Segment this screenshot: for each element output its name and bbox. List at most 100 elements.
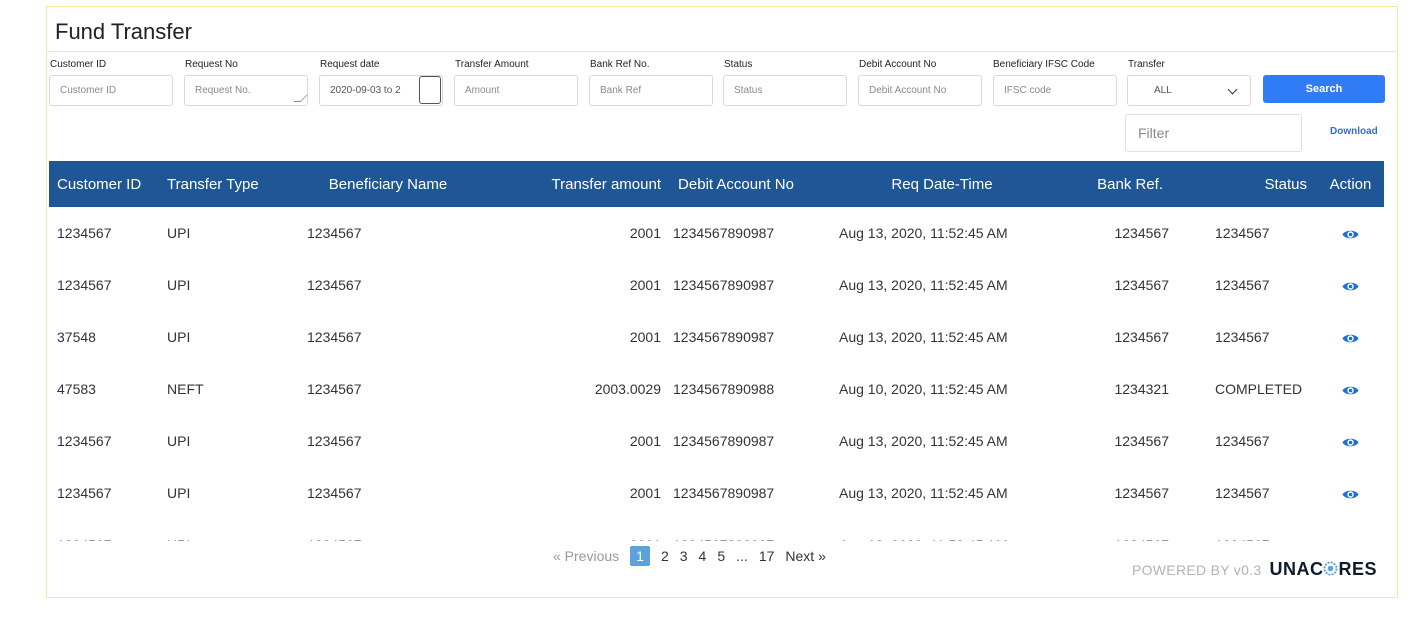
cell-bank-ref: 1234567: [1114, 329, 1169, 345]
status-input[interactable]: [723, 75, 847, 106]
cell-req-date-time: Aug 13, 2020, 11:52:45 AM: [811, 519, 1073, 541]
cell-action: [1317, 311, 1384, 363]
col-header-status[interactable]: Status: [1199, 161, 1317, 207]
eye-icon[interactable]: [1342, 540, 1359, 541]
col-header-beneficiary-name[interactable]: Beneficiary Name: [287, 161, 489, 207]
cell-beneficiary-name: 1234567: [287, 519, 489, 541]
cell-status: 1234567: [1215, 485, 1270, 501]
brand-logo: UNAC RES: [1269, 559, 1377, 580]
pagination-next[interactable]: Next »: [785, 548, 825, 564]
cell-customer-id: 1234567: [57, 277, 112, 293]
eye-icon[interactable]: [1342, 384, 1359, 397]
pagination-page-2[interactable]: 2: [661, 548, 669, 564]
page-title: Fund Transfer: [55, 19, 192, 44]
transfer-amount-label: Transfer Amount: [455, 59, 529, 70]
table-row: 1234567 UPI 1234567 2001 1234567890987 Aug 13…: [49, 207, 1384, 259]
cell-transfer-type: UPI: [167, 277, 191, 293]
cell-debit-account: 1234567890987: [673, 225, 775, 241]
cell-status: 1234567: [1215, 433, 1270, 449]
fund-transfer-panel: Fund Transfer Customer ID Request No Req…: [46, 6, 1398, 598]
cell-transfer-type: UPI: [167, 485, 191, 501]
brand-text-left: UNAC: [1269, 559, 1324, 579]
pagination-page-3[interactable]: 3: [680, 548, 688, 564]
powered-by-text: POWERED BY v0.3: [1131, 561, 1262, 578]
cell-customer-id: 1234567: [57, 485, 112, 501]
cell-transfer-amount: 2001: [629, 329, 661, 345]
cell-customer-id: 1234567: [57, 433, 112, 449]
eye-icon[interactable]: [1342, 332, 1359, 345]
download-link[interactable]: Download: [1330, 126, 1378, 137]
cell-transfer-type: UPI: [167, 329, 191, 345]
cell-bank-ref: 1234321: [1114, 381, 1169, 397]
request-no-input[interactable]: [184, 75, 308, 106]
cell-action: [1317, 207, 1384, 259]
col-header-bank-ref[interactable]: Bank Ref.: [1073, 161, 1199, 207]
cell-bank-ref: 1234567: [1114, 277, 1169, 293]
cell-req-date-time: Aug 13, 2020, 11:52:45 AM: [839, 433, 1008, 449]
search-button[interactable]: Search: [1263, 75, 1385, 103]
cell-req-date-time: Aug 13, 2020, 11:52:45 AM: [839, 225, 1008, 241]
table-row: 47583 NEFT 1234567 2003.0029 1234567890988 Au…: [49, 363, 1384, 415]
cell-transfer-amount: 2001: [489, 519, 661, 541]
col-header-transfer-type[interactable]: Transfer Type: [161, 161, 287, 207]
cell-beneficiary-name: 1234567: [307, 433, 362, 449]
request-date-label: Request date: [320, 59, 380, 70]
brand-text-right: RES: [1338, 559, 1377, 579]
eye-icon[interactable]: [1342, 488, 1359, 501]
transfers-table: Customer ID Transfer Type Beneficiary Na…: [49, 161, 1384, 541]
table-row: 1234567 UPI 1234567 2001 1234567890987 Aug 13…: [49, 467, 1384, 519]
cell-status: 1234567: [1215, 277, 1270, 293]
table-row: 1234567 UPI 1234567 2001 1234567890987 Aug 13…: [49, 259, 1384, 311]
ifsc-input[interactable]: [993, 75, 1117, 106]
col-header-customer-id[interactable]: Customer ID: [49, 161, 161, 207]
col-header-transfer-amount[interactable]: Transfer amount: [489, 161, 662, 207]
ifsc-label: Beneficiary IFSC Code: [993, 59, 1095, 70]
cell-req-date-time: Aug 10, 2020, 11:52:45 AM: [839, 381, 1008, 397]
table-row: 1234567 UPI 1234567 2001 1234567890987 Aug 13…: [49, 415, 1384, 467]
cell-debit-account: 1234567890987: [673, 433, 775, 449]
transfer-amount-input[interactable]: [454, 75, 578, 106]
col-header-action: Action: [1329, 175, 1372, 193]
title-divider: [47, 51, 1397, 52]
cell-transfer-amount: 2003.0029: [594, 381, 661, 397]
cell-beneficiary-name: 1234567: [307, 277, 362, 293]
cell-req-date-time: Aug 13, 2020, 11:52:45 AM: [839, 329, 1008, 345]
pagination-page-17[interactable]: 17: [759, 548, 775, 564]
cell-beneficiary-name: 1234567: [307, 225, 362, 241]
cell-status: 1234567: [1215, 329, 1270, 345]
powered-by-footer: POWERED BY v0.3 UNAC RES: [1132, 559, 1377, 580]
bank-ref-label: Bank Ref No.: [590, 59, 650, 70]
cell-customer-id: 37548: [57, 329, 96, 345]
pagination-previous[interactable]: « Previous: [553, 548, 619, 564]
transfer-label: Transfer: [1128, 59, 1165, 70]
col-header-debit-account[interactable]: Debit Account No: [661, 161, 811, 207]
col-header-req-date-time[interactable]: Req Date-Time: [811, 161, 1073, 207]
cell-debit-account: 1234567890988: [673, 381, 775, 397]
cell-transfer-amount: 2001: [629, 225, 661, 241]
transfer-select-value: ALL: [1154, 85, 1172, 96]
cell-debit-account: 1234567890987: [673, 485, 775, 501]
eye-icon[interactable]: [1342, 228, 1359, 241]
cell-bank-ref: 1234567: [1073, 519, 1199, 541]
pagination-page-5[interactable]: 5: [717, 548, 725, 564]
cell-transfer-amount: 2001: [629, 277, 661, 293]
date-picker-toggle[interactable]: [419, 76, 441, 104]
customer-id-label: Customer ID: [50, 59, 107, 70]
cell-transfer-amount: 2001: [629, 433, 661, 449]
cell-beneficiary-name: 1234567: [307, 329, 362, 345]
customer-id-input[interactable]: [49, 75, 173, 106]
eye-icon[interactable]: [1342, 436, 1359, 449]
pagination-page-1[interactable]: 1: [630, 546, 650, 566]
debit-account-input[interactable]: [858, 75, 982, 106]
cell-action: [1317, 415, 1384, 467]
eye-icon[interactable]: [1342, 280, 1359, 293]
table-filter-input[interactable]: [1125, 114, 1302, 152]
chevron-down-icon: [1227, 84, 1238, 95]
pagination-page-4[interactable]: 4: [699, 548, 707, 564]
cell-transfer-amount: 2001: [629, 485, 661, 501]
transfer-select[interactable]: ALL: [1127, 75, 1251, 106]
transfers-table-container[interactable]: Customer ID Transfer Type Beneficiary Na…: [49, 161, 1384, 541]
table-row: 37548 UPI 1234567 2001 1234567890987 Aug 13, …: [49, 311, 1384, 363]
cell-debit-account: 1234567890987: [673, 277, 775, 293]
bank-ref-input[interactable]: [589, 75, 713, 106]
